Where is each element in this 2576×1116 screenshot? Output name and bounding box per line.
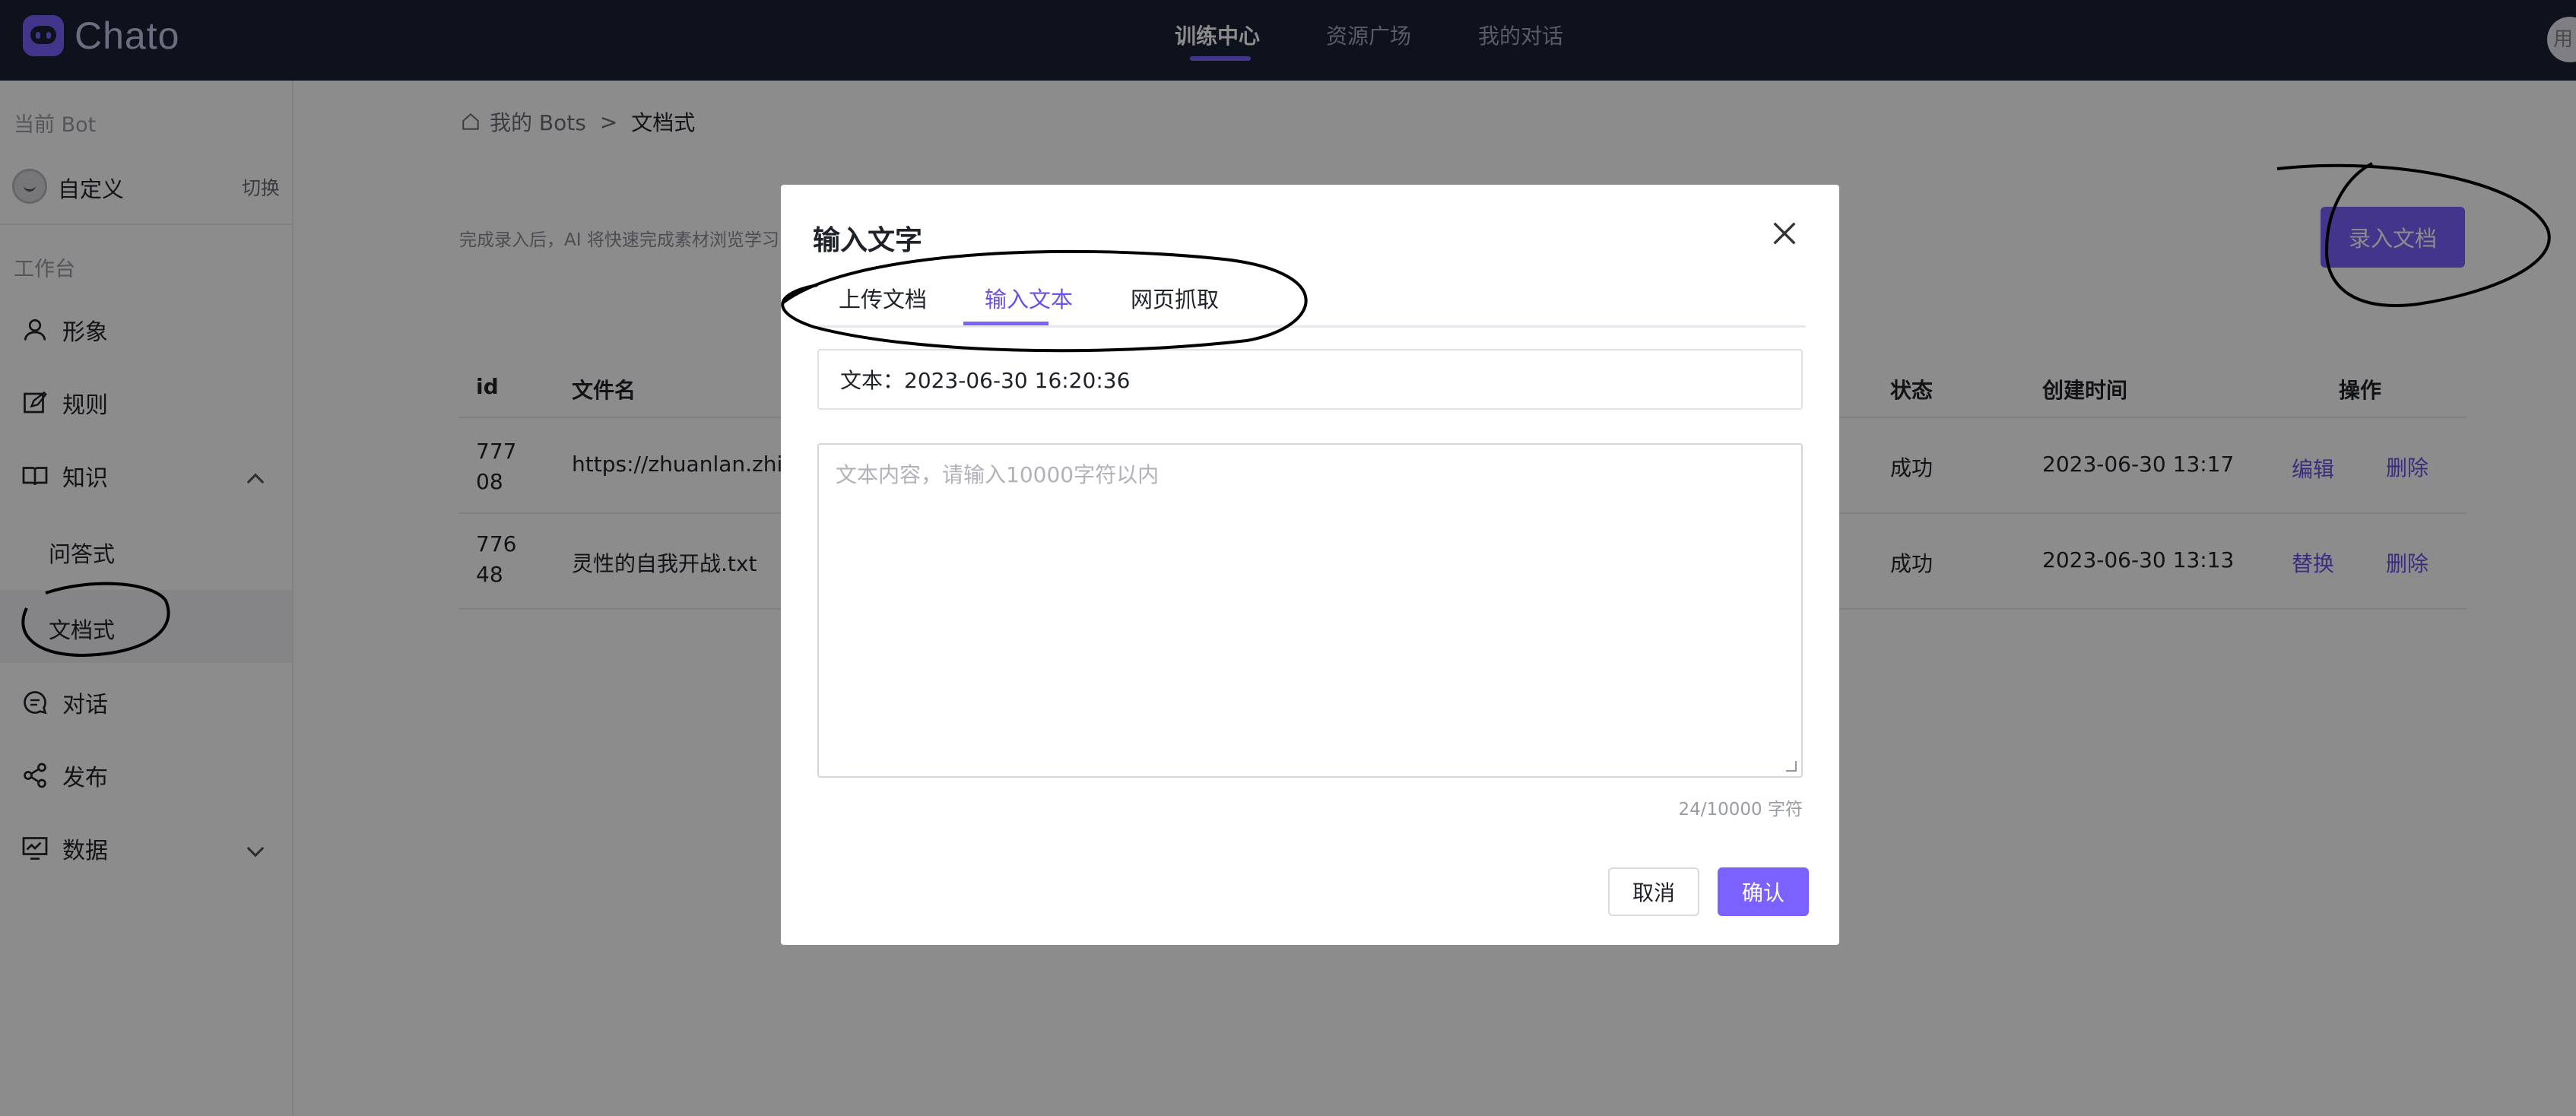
dialog-title: 输入文字 [813,225,923,256]
tab-input-text[interactable]: 输入文本 [985,282,1073,314]
active-tab-indicator [963,322,1048,325]
text-content-textarea[interactable]: 文本内容，请输入10000字符以内 [817,443,1803,778]
confirm-button[interactable]: 确认 [1718,867,1809,916]
resize-handle-icon[interactable] [1786,761,1797,772]
character-counter: 24/10000 字符 [1678,800,1804,820]
textarea-placeholder: 文本内容，请输入10000字符以内 [836,462,1160,487]
input-text-dialog: 输入文字 上传文档 输入文本 网页抓取 文本：2023-06-30 16:20:… [781,185,1839,945]
tab-upload-document[interactable]: 上传文档 [839,282,927,314]
dialog-tabs: 上传文档 输入文本 网页抓取 [817,282,1806,328]
cancel-button[interactable]: 取消 [1608,867,1699,916]
document-title-field[interactable]: 文本：2023-06-30 16:20:36 [817,349,1803,410]
close-icon[interactable] [1769,218,1800,249]
tab-web-crawl[interactable]: 网页抓取 [1131,282,1219,314]
